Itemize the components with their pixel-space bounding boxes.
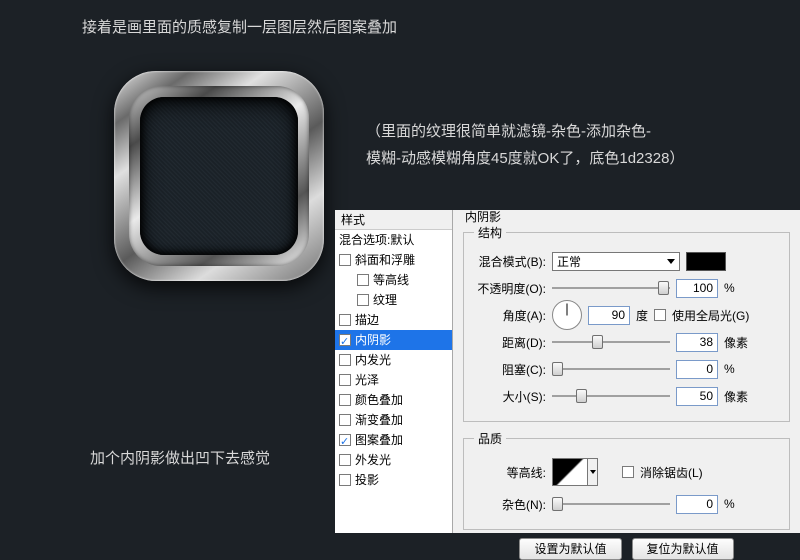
angle-dial[interactable] <box>552 300 582 330</box>
checkbox-stroke[interactable] <box>339 314 351 326</box>
caption-right-line2: 模糊-动感模糊角度45度就OK了，底色1d2328） <box>366 145 684 172</box>
chevron-down-icon <box>667 259 675 264</box>
distance-label: 距离(D): <box>474 334 546 351</box>
group-structure: 结构 混合模式(B): 正常 不透明度(O): 100 % 角度(A): 90 <box>463 224 790 422</box>
contour-picker[interactable] <box>552 458 588 486</box>
checkbox-satin[interactable] <box>339 374 351 386</box>
icon-metal-bezel <box>129 86 309 266</box>
contour-label: 等高线: <box>474 464 546 481</box>
style-drop-shadow[interactable]: 投影 <box>335 470 452 490</box>
checkbox-inner-glow[interactable] <box>339 354 351 366</box>
style-inner-glow[interactable]: 内发光 <box>335 350 452 370</box>
reset-default-button[interactable]: 复位为默认值 <box>632 538 734 560</box>
choke-input[interactable]: 0 <box>676 360 718 379</box>
icon-preview <box>114 71 324 281</box>
style-satin[interactable]: 光泽 <box>335 370 452 390</box>
group-quality: 品质 等高线: 消除锯齿(L) 杂色(N): 0 % <box>463 430 790 530</box>
size-label: 大小(S): <box>474 388 546 405</box>
style-pattern-overlay[interactable]: 图案叠加 <box>335 430 452 450</box>
settings-title: 内阴影 <box>465 208 501 225</box>
caption-right: （里面的纹理很简单就滤镜-杂色-添加杂色- 模糊-动感模糊角度45度就OK了，底… <box>366 118 684 172</box>
distance-slider[interactable] <box>552 333 670 351</box>
checkbox-gradient-overlay[interactable] <box>339 414 351 426</box>
distance-unit: 像素 <box>724 334 748 351</box>
group-quality-legend: 品质 <box>474 430 506 447</box>
choke-label: 阻塞(C): <box>474 361 546 378</box>
caption-bottom: 加个内阴影做出凹下去感觉 <box>90 447 270 468</box>
angle-input[interactable]: 90 <box>588 306 630 325</box>
blend-mode-dropdown[interactable]: 正常 <box>552 252 680 271</box>
shadow-color-swatch[interactable] <box>686 252 726 271</box>
checkbox-global-light[interactable] <box>654 309 666 321</box>
style-bevel[interactable]: 斜面和浮雕 <box>335 250 452 270</box>
caption-right-line1: （里面的纹理很简单就滤镜-杂色-添加杂色- <box>366 118 684 145</box>
checkbox-inner-shadow[interactable] <box>339 334 351 346</box>
layer-style-panel: 样式 混合选项:默认 斜面和浮雕 等高线 纹理 描边 内阴影 内发光 光泽 颜色… <box>335 210 800 533</box>
opacity-slider[interactable] <box>552 279 670 297</box>
noise-unit: % <box>724 497 735 511</box>
opacity-unit: % <box>724 281 735 295</box>
style-color-overlay[interactable]: 颜色叠加 <box>335 390 452 410</box>
choke-slider[interactable] <box>552 360 670 378</box>
checkbox-pattern-overlay[interactable] <box>339 434 351 446</box>
opacity-input[interactable]: 100 <box>676 279 718 298</box>
contour-dropdown-arrow[interactable] <box>588 458 598 486</box>
size-slider[interactable] <box>552 387 670 405</box>
size-input[interactable]: 50 <box>676 387 718 406</box>
antialias-label: 消除锯齿(L) <box>640 464 703 481</box>
style-texture[interactable]: 纹理 <box>335 290 452 310</box>
noise-label: 杂色(N): <box>474 496 546 513</box>
checkbox-contour[interactable] <box>357 274 369 286</box>
checkbox-texture[interactable] <box>357 294 369 306</box>
opacity-label: 不透明度(O): <box>474 280 546 297</box>
style-gradient-overlay[interactable]: 渐变叠加 <box>335 410 452 430</box>
style-blending-options[interactable]: 混合选项:默认 <box>335 230 452 250</box>
style-stroke[interactable]: 描边 <box>335 310 452 330</box>
size-unit: 像素 <box>724 388 748 405</box>
style-outer-glow[interactable]: 外发光 <box>335 450 452 470</box>
make-default-button[interactable]: 设置为默认值 <box>519 538 621 560</box>
angle-unit: 度 <box>636 307 648 324</box>
distance-input[interactable]: 38 <box>676 333 718 352</box>
caption-top: 接着是画里面的质感复制一层图层然后图案叠加 <box>82 16 397 37</box>
inner-shadow-settings: 内阴影 结构 混合模式(B): 正常 不透明度(O): 100 % 角度(A): <box>453 210 800 533</box>
checkbox-outer-glow[interactable] <box>339 454 351 466</box>
style-inner-shadow[interactable]: 内阴影 <box>335 330 452 350</box>
blend-mode-value: 正常 <box>557 253 581 270</box>
noise-input[interactable]: 0 <box>676 495 718 514</box>
blend-mode-label: 混合模式(B): <box>474 253 546 270</box>
group-structure-legend: 结构 <box>474 224 506 241</box>
checkbox-bevel[interactable] <box>339 254 351 266</box>
icon-texture-surface <box>140 97 298 255</box>
choke-unit: % <box>724 362 735 376</box>
styles-list: 样式 混合选项:默认 斜面和浮雕 等高线 纹理 描边 内阴影 内发光 光泽 颜色… <box>335 210 453 533</box>
checkbox-antialias[interactable] <box>622 466 634 478</box>
checkbox-color-overlay[interactable] <box>339 394 351 406</box>
checkbox-drop-shadow[interactable] <box>339 474 351 486</box>
style-contour[interactable]: 等高线 <box>335 270 452 290</box>
angle-label: 角度(A): <box>474 307 546 324</box>
styles-header: 样式 <box>335 210 452 230</box>
noise-slider[interactable] <box>552 495 670 513</box>
global-light-label: 使用全局光(G) <box>672 307 749 324</box>
